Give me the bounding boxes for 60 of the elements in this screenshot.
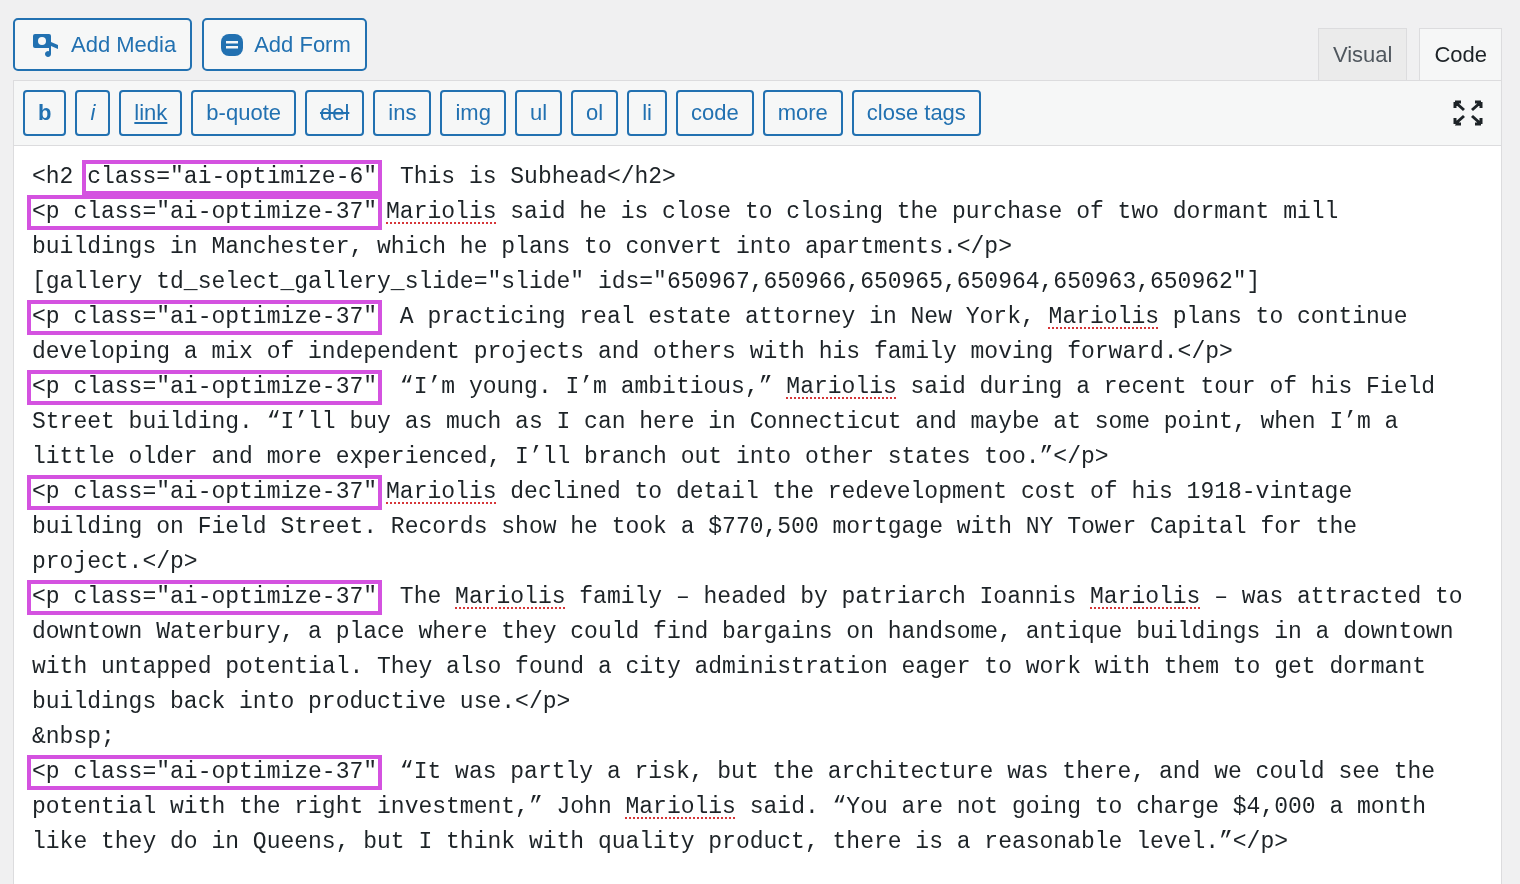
code-text: little older and more experienced, I’ll branch out into other states too.”</p> <box>32 444 1109 470</box>
code-text: potential with the right investment,” John <box>32 794 613 820</box>
code-text: family – headed by patriarch Ioannis <box>578 584 1078 610</box>
add-form-button[interactable]: Add Form <box>202 18 367 71</box>
code-text: developing a mix of independent projects and others with his family moving forward.</p> <box>32 339 1233 365</box>
code-text: [gallery td_select_gallery_slide="slide" ids="650967,650966,650965,650964,650963,650962"] <box>32 269 1261 295</box>
code-text: The <box>398 584 443 610</box>
highlighted-code: <p class="ai-optimize-37" <box>27 475 383 510</box>
quicktag-button[interactable]: link <box>119 90 183 136</box>
code-text: <h2 <box>32 164 75 190</box>
misspelled-word: Mariolis <box>455 584 566 610</box>
code-text: This is Subhead</h2> <box>398 164 676 190</box>
quicktag-button[interactable]: b-quote <box>191 90 296 136</box>
highlighted-code: class="ai-optimize-6" <box>82 160 383 195</box>
code-text: building on Field Street. Records show he took a $770,500 mortgage with NY Tower Capital for the <box>32 514 1357 540</box>
editor-tab[interactable]: Code <box>1419 28 1502 80</box>
code-text: said. “You are not going to charge $4,000 a month <box>748 794 1427 820</box>
misspelled-word: Mariolis <box>786 374 897 400</box>
highlighted-code: <p class="ai-optimize-37" <box>27 195 383 230</box>
code-text: A practicing real estate attorney in New York, <box>398 304 1036 330</box>
highlighted-code: <p class="ai-optimize-37" <box>27 370 383 405</box>
quicktag-button[interactable]: del <box>305 90 365 136</box>
code-text: said he is close to closing the purchase of two dormant mill <box>509 199 1339 225</box>
code-text: like they do in Queens, but I think with quality product, there is a reasonable level.”</p> <box>32 829 1288 855</box>
code-text: Street building. “I’ll buy as much as I can here in Connecticut and maybe at some point, when I’m a <box>32 409 1399 435</box>
code-text: declined to detail the redevelopment cost of his 1918-vintage <box>509 479 1353 505</box>
misspelled-word: Mariolis <box>386 479 497 505</box>
fullscreen-icon <box>1453 100 1483 126</box>
quicktag-button[interactable]: close tags <box>851 90 981 136</box>
highlighted-code: <p class="ai-optimize-37" <box>27 755 383 790</box>
highlighted-code: <p class="ai-optimize-37" <box>27 300 383 335</box>
quicktag-button[interactable]: img <box>440 90 506 136</box>
quicktag-button[interactable]: i <box>75 90 111 136</box>
code-text: project.</p> <box>32 549 198 575</box>
quicktag-button[interactable]: ul <box>514 90 563 136</box>
quicktag-button[interactable]: more <box>762 90 843 136</box>
misspelled-word: Mariolis <box>386 199 497 225</box>
form-icon <box>220 32 245 57</box>
editor-tab[interactable]: Visual <box>1317 28 1408 80</box>
highlighted-code: <p class="ai-optimize-37" <box>27 580 383 615</box>
code-text: – was attracted to <box>1213 584 1463 610</box>
quicktag-button[interactable]: b <box>23 90 67 136</box>
code-text: “I’m young. I’m ambitious,” <box>398 374 774 400</box>
code-editor[interactable] <box>13 80 1502 884</box>
add-media-button[interactable]: Add Media <box>13 18 193 71</box>
quicktag-button[interactable]: ins <box>373 90 432 136</box>
code-text: with untapped potential. They also found a city administration eager to work with them to get dormant <box>32 654 1427 680</box>
misspelled-word: Mariolis <box>625 794 736 820</box>
code-text: said during a recent tour of his Field <box>909 374 1436 400</box>
code-text: “It was partly a risk, but the architecture was there, and we could see the <box>398 759 1436 785</box>
quicktag-button[interactable]: code <box>675 90 754 136</box>
code-text: &nbsp; <box>32 724 115 750</box>
code-text: buildings in Manchester, which he plans to convert into apartments.</p> <box>32 234 1012 260</box>
code-text: plans to continue <box>1171 304 1408 330</box>
code-text: buildings back into productive use.</p> <box>32 689 571 715</box>
quicktag-button[interactable]: ol <box>571 90 619 136</box>
quicktag-button[interactable]: li <box>627 90 667 136</box>
misspelled-word: Mariolis <box>1048 304 1159 330</box>
code-text: downtown Waterbury, a place where they could find bargains on handsome, antique buildings in a downtown <box>32 619 1454 645</box>
misspelled-word: Mariolis <box>1090 584 1201 610</box>
